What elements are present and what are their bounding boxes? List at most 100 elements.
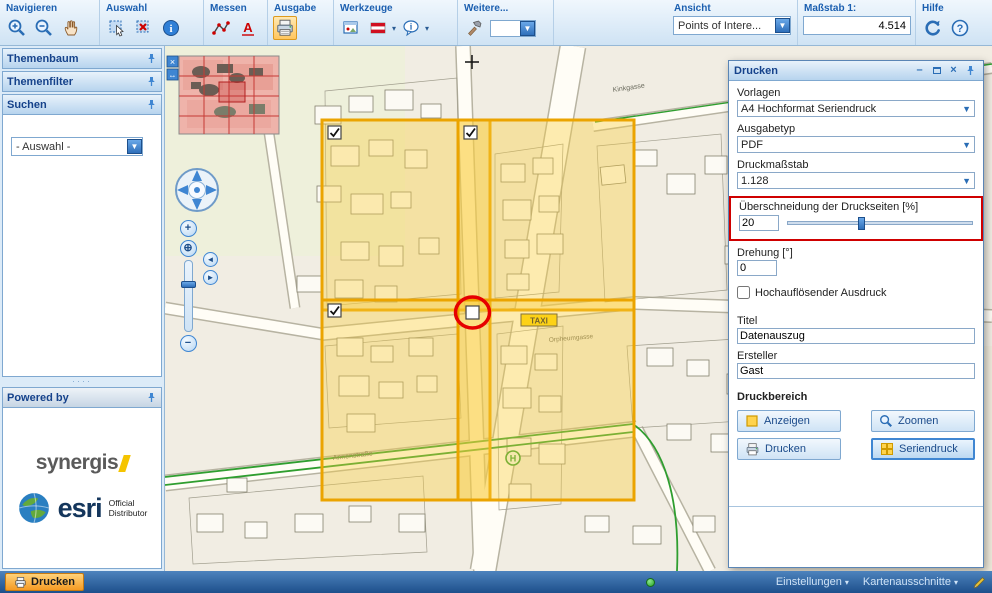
chevron-down-icon[interactable]: ▼: [962, 140, 971, 150]
ueberschneidung-slider-handle[interactable]: [858, 217, 865, 230]
drehung-input[interactable]: [737, 260, 777, 276]
minimize-button[interactable]: –: [912, 64, 927, 78]
drucken-bottom-tab[interactable]: Drucken: [5, 573, 84, 591]
ueberschneidung-input[interactable]: [739, 215, 779, 231]
close-icon[interactable]: ×: [170, 57, 175, 67]
drucken-button[interactable]: Drucken: [737, 438, 841, 460]
titel-label: Titel: [737, 315, 975, 327]
zoom-slider-handle[interactable]: [181, 281, 196, 288]
page-checkbox-checked[interactable]: [328, 126, 341, 139]
compass-control[interactable]: [173, 166, 221, 214]
sidebar-item-themenbaum[interactable]: Themenbaum: [2, 48, 162, 69]
pencil-edit-icon[interactable]: [972, 575, 987, 590]
print-dialog-titlebar[interactable]: Drucken – ×: [729, 61, 983, 81]
page-checkbox-checked[interactable]: [328, 304, 341, 317]
search-category-select[interactable]: - Auswahl - ▼: [11, 137, 143, 156]
chevron-down-icon[interactable]: ▼: [127, 139, 142, 154]
balloon-info-icon: i: [401, 18, 421, 38]
sidebar-item-suchen[interactable]: Suchen: [2, 94, 162, 115]
balloon-dropdown-arrow[interactable]: ▾: [425, 24, 429, 33]
main-toolbar: Navigieren Auswahl i Messen A Ausgabe: [0, 0, 992, 46]
synergis-wordmark: synergis: [36, 451, 118, 475]
pin-icon[interactable]: [146, 392, 157, 403]
restore-button[interactable]: [929, 64, 944, 78]
magnifier-minus-icon: [34, 18, 54, 38]
ansicht-select[interactable]: Points of Intere... ▼: [673, 16, 791, 35]
next-extent-button[interactable]: ►: [203, 270, 218, 285]
vorlagen-label: Vorlagen: [737, 87, 975, 99]
chevron-down-icon[interactable]: ▼: [962, 176, 971, 186]
print-tool[interactable]: [273, 16, 297, 40]
pin-icon[interactable]: [146, 99, 157, 110]
ersteller-label: Ersteller: [737, 350, 975, 362]
seriendruck-button[interactable]: Seriendruck: [871, 438, 975, 460]
hochaufloesend-checkbox[interactable]: [737, 286, 750, 299]
identify-info-tool[interactable]: i: [159, 16, 183, 40]
ersteller-input[interactable]: [737, 363, 975, 379]
chevron-down-icon: ▾: [845, 578, 849, 587]
close-button[interactable]: ×: [946, 64, 961, 78]
refresh-tool[interactable]: [921, 16, 945, 40]
sidebar-item-powered-by[interactable]: Powered by: [2, 387, 162, 408]
ausgabetyp-value: PDF: [741, 139, 962, 151]
overview-extent-box[interactable]: [219, 82, 245, 102]
sidebar-item-themenfilter[interactable]: Themenfilter: [2, 71, 162, 92]
page-checkbox-unchecked[interactable]: [466, 306, 479, 319]
pan-tool[interactable]: [59, 16, 83, 40]
partner-logos: synergis esri OfficialDistributor: [2, 408, 162, 569]
help-tool[interactable]: ?: [948, 16, 972, 40]
pin-icon[interactable]: [146, 53, 157, 64]
measure-area-tool[interactable]: A: [236, 16, 260, 40]
scale-input[interactable]: [803, 16, 911, 35]
refresh-icon: [923, 18, 943, 38]
group-label: Weitere...: [464, 3, 548, 14]
zoom-out-button[interactable]: −: [180, 335, 197, 352]
ansicht-select-value: Points of Intere...: [678, 20, 775, 32]
measure-line-tool[interactable]: [209, 16, 233, 40]
group-label: Hilfe: [922, 3, 987, 14]
svg-text:A: A: [243, 20, 253, 35]
full-extent-button[interactable]: ⊕: [180, 240, 197, 257]
pin-icon: [965, 65, 976, 76]
zoom-in-tool[interactable]: [5, 16, 29, 40]
ausgabetyp-select[interactable]: PDF ▼: [737, 136, 975, 153]
zoom-out-tool[interactable]: [32, 16, 56, 40]
kartenausschnitte-menu[interactable]: Kartenausschnitte▾: [863, 576, 958, 588]
toolbar-group-werkzeuge: Werkzeuge ▾ i ▾: [334, 0, 458, 45]
printer-icon: [14, 576, 27, 589]
overview-map[interactable]: × ↔: [167, 56, 279, 134]
measure-line-icon: [211, 18, 231, 38]
titel-input[interactable]: [737, 328, 975, 344]
panel-title: Themenfilter: [7, 76, 73, 88]
clear-selection-tool[interactable]: [132, 16, 156, 40]
svg-text:i: i: [169, 23, 172, 35]
pin-button[interactable]: [963, 64, 978, 78]
flag-tool[interactable]: [366, 16, 390, 40]
panel-resize-handle[interactable]: ····: [0, 377, 164, 385]
zoom-slider[interactable]: [184, 260, 193, 332]
chevron-down-icon[interactable]: ▼: [962, 104, 971, 114]
einstellungen-menu[interactable]: Einstellungen▾: [776, 576, 849, 588]
resize-icon[interactable]: ↔: [169, 71, 177, 80]
zoom-in-button[interactable]: +: [180, 220, 197, 237]
page-checkbox-checked[interactable]: [464, 126, 477, 139]
select-tool[interactable]: [105, 16, 129, 40]
pin-icon[interactable]: [146, 76, 157, 87]
anzeigen-button[interactable]: Anzeigen: [737, 410, 841, 432]
screenshot-tool[interactable]: [339, 16, 363, 40]
info-balloon-tool[interactable]: i: [399, 16, 423, 40]
previous-extent-button[interactable]: ◄: [203, 252, 218, 267]
synergis-logo: synergis: [36, 451, 128, 475]
synergis-accent: [118, 455, 131, 472]
druckmassstab-select[interactable]: 1.128 ▼: [737, 172, 975, 189]
group-label: Navigieren: [6, 3, 94, 14]
weitere-combobox[interactable]: ▼: [490, 20, 536, 37]
toolbar-spacer: [554, 0, 668, 45]
tools-hammer-tool[interactable]: [463, 16, 487, 40]
vorlagen-select[interactable]: A4 Hochformat Seriendruck ▼: [737, 100, 975, 117]
chevron-down-icon[interactable]: ▼: [775, 18, 790, 33]
flag-dropdown-arrow[interactable]: ▾: [392, 24, 396, 33]
zoomen-button[interactable]: Zoomen: [871, 410, 975, 432]
ueberschneidung-slider[interactable]: [787, 221, 973, 225]
chevron-down-icon[interactable]: ▼: [520, 21, 535, 36]
